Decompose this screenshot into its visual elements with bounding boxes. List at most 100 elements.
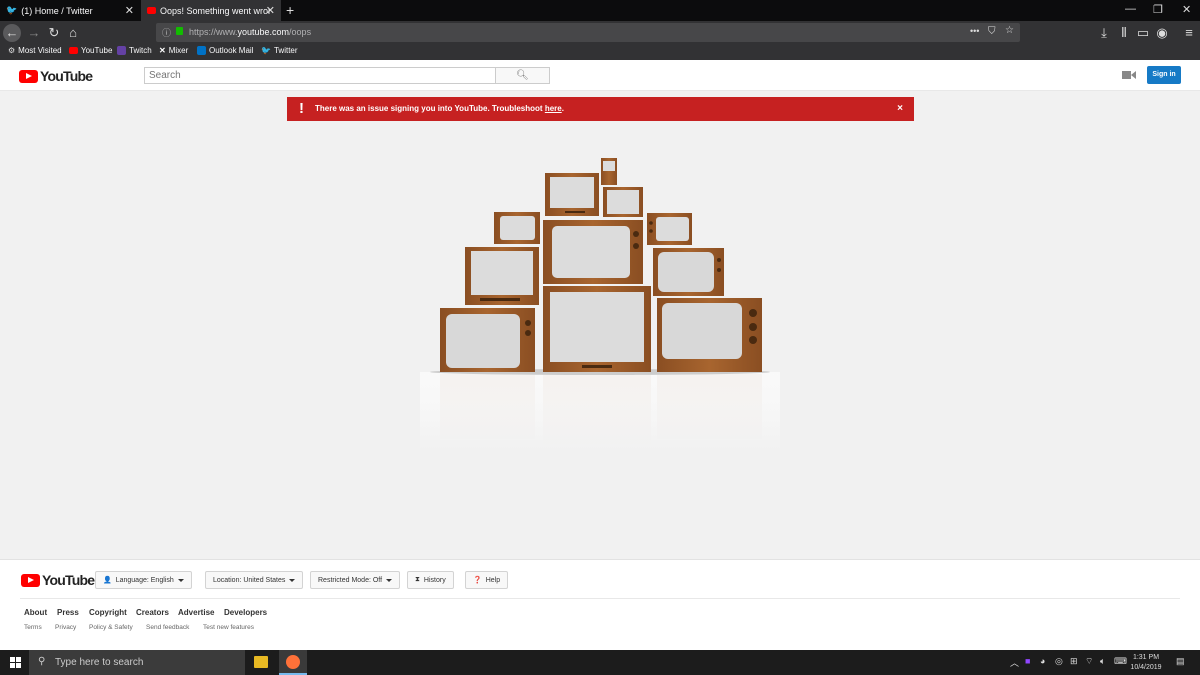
tab-twitter[interactable]: 🐦 (1) Home / Twitter ✕: [0, 0, 140, 21]
back-arrow-icon[interactable]: ←: [3, 24, 21, 42]
youtube-icon: [69, 47, 78, 54]
language-icon: 👤: [103, 577, 112, 584]
close-window-icon[interactable]: ✕: [1182, 3, 1191, 16]
discord-tray-icon[interactable]: ◕: [1040, 656, 1045, 666]
tv-set: [465, 247, 539, 305]
footer-link-privacy[interactable]: Privacy: [55, 624, 76, 631]
location-picker[interactable]: Location: United States: [205, 571, 304, 589]
search-button[interactable]: 🔍︎: [495, 67, 550, 84]
browser-tab-bar: 🐦 (1) Home / Twitter ✕ Oops! Something w…: [0, 0, 1200, 21]
tv-set: [545, 173, 599, 216]
system-clock[interactable]: 1:31 PM 10/4/2019: [1125, 653, 1167, 673]
twitter-icon: 🐦: [261, 46, 271, 55]
caret-down-icon: [289, 578, 296, 582]
youtube-logo[interactable]: YouTube: [19, 68, 93, 84]
footer-link-press[interactable]: Press: [57, 608, 79, 617]
library-icon[interactable]: ⫴: [1115, 24, 1133, 42]
steam-tray-icon[interactable]: ◎: [1055, 656, 1063, 667]
close-tab-icon[interactable]: ✕: [125, 4, 134, 17]
search-icon: 🔍︎: [516, 70, 529, 81]
language-picker[interactable]: 👤 Language: English: [95, 571, 192, 589]
page-actions-icon[interactable]: •••: [970, 26, 979, 36]
footer-link-test-features[interactable]: Test new features: [203, 624, 254, 631]
url-text: https://www.youtube.com/oops: [189, 27, 312, 37]
info-icon[interactable]: ⓘ: [162, 26, 171, 39]
footer-divider: [20, 598, 1180, 599]
reload-icon[interactable]: ↻: [45, 24, 63, 42]
notifications-icon[interactable]: ▤: [1176, 656, 1185, 667]
taskbar-search-box[interactable]: ⚲ Type here to search: [29, 650, 245, 675]
tv-set: [603, 187, 643, 217]
tv-set: [494, 212, 540, 244]
tab-label: Oops! Something went wrong: [160, 5, 270, 16]
twitter-icon: 🐦: [6, 5, 18, 15]
sign-in-button[interactable]: Sign in: [1147, 66, 1181, 84]
menu-icon[interactable]: ≡: [1180, 24, 1198, 42]
footer-link-policy-safety[interactable]: Policy & Safety: [89, 624, 133, 631]
volume-icon[interactable]: 🔈︎: [1100, 656, 1105, 667]
new-tab-icon[interactable]: +: [286, 2, 294, 18]
bookmark-most-visited[interactable]: ⚙ Most Visited: [8, 46, 62, 55]
close-alert-icon[interactable]: ×: [897, 103, 903, 114]
tv-set: [653, 248, 724, 296]
file-explorer-icon[interactable]: [254, 656, 268, 668]
help-icon: ❓: [473, 577, 482, 584]
footer-link-developers[interactable]: Developers: [224, 608, 267, 617]
network-tray-icon[interactable]: ⊞: [1070, 656, 1078, 667]
caret-down-icon: [386, 578, 393, 582]
minimize-icon[interactable]: —: [1125, 3, 1136, 15]
mixer-icon: ✕: [159, 46, 166, 55]
tab-youtube-oops[interactable]: Oops! Something went wrong ✕: [141, 0, 281, 21]
tray-chevron-icon[interactable]: ︿: [1010, 656, 1019, 669]
bookmark-mixer[interactable]: ✕ Mixer: [159, 46, 188, 55]
youtube-icon: [147, 7, 156, 14]
upload-camera-icon[interactable]: [1122, 69, 1136, 81]
signin-error-alert: ! There was an issue signing you into Yo…: [287, 97, 914, 121]
wifi-icon[interactable]: ⌔: [1085, 656, 1093, 667]
bookmark-twitter[interactable]: 🐦 Twitter: [261, 46, 298, 55]
twitch-tray-icon[interactable]: ■: [1025, 656, 1030, 666]
footer-youtube-logo[interactable]: YouTube: [21, 572, 95, 588]
youtube-header: YouTube 🔍︎ Sign in: [0, 60, 1200, 91]
account-icon[interactable]: ◉: [1153, 24, 1171, 42]
downloads-icon[interactable]: ⤓: [1095, 24, 1113, 42]
bookmark-outlook[interactable]: Outlook Mail: [197, 46, 253, 55]
hourglass-icon: ⧗: [415, 576, 420, 583]
lock-icon: [176, 27, 183, 35]
alert-message: There was an issue signing you into YouT…: [315, 104, 564, 113]
bookmark-youtube[interactable]: YouTube: [69, 46, 112, 55]
footer-link-about[interactable]: About: [24, 608, 47, 617]
footer-link-advertise[interactable]: Advertise: [178, 608, 214, 617]
gear-icon: ⚙: [8, 46, 16, 55]
history-button[interactable]: ⧗ History: [407, 571, 454, 589]
footer-link-send-feedback[interactable]: Send feedback: [146, 624, 189, 631]
restricted-mode-picker[interactable]: Restricted Mode: Off: [310, 571, 401, 589]
close-tab-icon[interactable]: ✕: [266, 4, 275, 17]
tv-pile-illustration: [420, 158, 780, 450]
help-button[interactable]: ❓ Help: [465, 571, 509, 589]
home-icon[interactable]: ⌂: [64, 24, 82, 42]
tv-set: [543, 286, 651, 372]
windows-start-icon[interactable]: [10, 657, 21, 668]
footer-link-copyright[interactable]: Copyright: [89, 608, 127, 617]
tv-set: [657, 298, 762, 372]
restore-icon[interactable]: ❐: [1153, 3, 1163, 16]
tv-set: [601, 158, 617, 185]
footer-link-creators[interactable]: Creators: [136, 608, 169, 617]
exclamation-icon: !: [299, 100, 304, 117]
sidebar-icon[interactable]: ▭: [1134, 24, 1152, 42]
firefox-taskbar-item[interactable]: [279, 650, 307, 675]
youtube-play-icon: [19, 69, 38, 83]
forward-arrow-icon[interactable]: →: [25, 24, 43, 42]
address-bar[interactable]: ⓘ https://www.youtube.com/oops ••• ⛉ ☆: [156, 23, 1020, 42]
troubleshoot-link[interactable]: here: [545, 104, 562, 113]
youtube-footer: YouTube 👤 Language: English Location: Uni…: [0, 559, 1200, 650]
youtube-play-icon: [21, 573, 40, 587]
footer-link-terms[interactable]: Terms: [24, 624, 42, 631]
search-input[interactable]: [144, 67, 496, 84]
bookmark-twitch[interactable]: Twitch: [117, 46, 152, 55]
tv-set: [647, 213, 692, 245]
pocket-icon[interactable]: ⛉: [988, 26, 996, 37]
browser-nav-bar: ← → ↻ ⌂ ⓘ https://www.youtube.com/oops •…: [0, 21, 1200, 44]
bookmark-star-icon[interactable]: ☆: [1005, 25, 1014, 36]
